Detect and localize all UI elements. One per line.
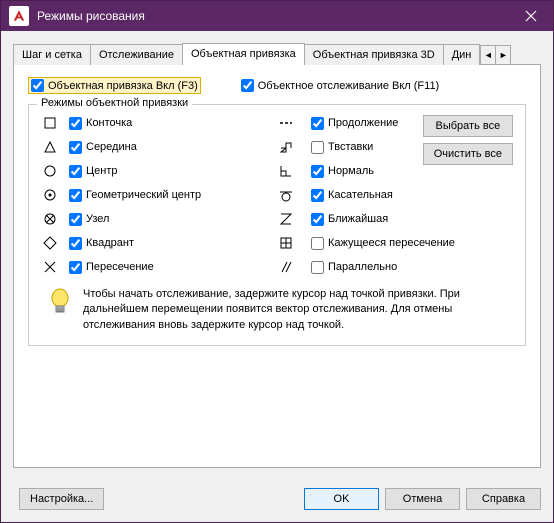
osnap-perp-checkbox[interactable]: Нормаль: [311, 165, 513, 178]
osnap-enable-checkbox[interactable]: Объектная привязка Вкл (F3): [28, 77, 201, 94]
nearest-icon: [277, 211, 295, 227]
osnap-center-checkbox[interactable]: Центр: [69, 165, 271, 178]
titlebar: Режимы рисования: [1, 1, 553, 31]
insertion-icon: [277, 139, 295, 155]
tip-bulb-icon: [47, 287, 73, 333]
options-button[interactable]: Настройка...: [19, 488, 104, 510]
osnap-node-checkbox[interactable]: Узел: [69, 213, 271, 226]
ok-button[interactable]: OK: [304, 488, 379, 510]
node-icon: [41, 211, 59, 227]
center-icon: [41, 163, 59, 179]
tab-osnap[interactable]: Объектная привязка: [182, 43, 305, 65]
tab-step-grid[interactable]: Шаг и сетка: [13, 44, 91, 65]
otrack-enable-label: Объектное отслеживание Вкл (F11): [258, 80, 439, 92]
tip-text: Чтобы начать отслеживание, задержите кур…: [83, 287, 507, 333]
midpoint-icon: [41, 139, 59, 155]
geocenter-icon: [41, 187, 59, 203]
help-button[interactable]: Справка: [466, 488, 541, 510]
osnap-appint-checkbox[interactable]: Кажущееся пересечение: [311, 237, 513, 250]
tab-scroll-left[interactable]: ◄: [480, 45, 496, 65]
window-title: Режимы рисования: [37, 9, 508, 23]
intersection-icon: [41, 259, 59, 275]
osnap-intersection-checkbox[interactable]: Пересечение: [69, 261, 271, 274]
osnap-tangent-checkbox[interactable]: Касательная: [311, 189, 513, 202]
osnap-nearest-checkbox[interactable]: Ближайшая: [311, 213, 513, 226]
osnap-enable-label: Объектная привязка Вкл (F3): [48, 80, 198, 92]
perp-icon: [277, 163, 295, 179]
tab-osnap-3d[interactable]: Объектная привязка 3D: [304, 44, 444, 65]
group-legend: Режимы объектной привязки: [37, 97, 192, 109]
tab-strip: Шаг и сетка Отслеживание Объектная привя…: [13, 43, 541, 65]
clear-all-button[interactable]: Очистить все: [423, 143, 513, 165]
extension-icon: [277, 115, 295, 131]
osnap-modes-group: Режимы объектной привязки Выбрать все Оч…: [28, 104, 526, 346]
tab-dyn[interactable]: Дин: [443, 44, 481, 65]
tangent-icon: [277, 187, 295, 203]
tab-tracking[interactable]: Отслеживание: [90, 44, 183, 65]
osnap-quadrant-checkbox[interactable]: Квадрант: [69, 237, 271, 250]
select-all-button[interactable]: Выбрать все: [423, 115, 513, 137]
parallel-icon: [277, 259, 295, 275]
osnap-endpoint-checkbox[interactable]: Конточка: [69, 117, 271, 130]
endpoint-icon: [41, 115, 59, 131]
cancel-button[interactable]: Отмена: [385, 488, 460, 510]
osnap-geocenter-checkbox[interactable]: Геометрический центр: [69, 189, 271, 202]
tab-scroll-right[interactable]: ►: [495, 45, 511, 65]
app-icon: [9, 6, 29, 26]
osnap-midpoint-checkbox[interactable]: Середина: [69, 141, 271, 154]
quadrant-icon: [41, 235, 59, 251]
appint-icon: [277, 235, 295, 251]
close-button[interactable]: [508, 1, 553, 31]
osnap-parallel-checkbox[interactable]: Параллельно: [311, 261, 513, 274]
otrack-enable-checkbox[interactable]: Объектное отслеживание Вкл (F11): [241, 77, 439, 94]
